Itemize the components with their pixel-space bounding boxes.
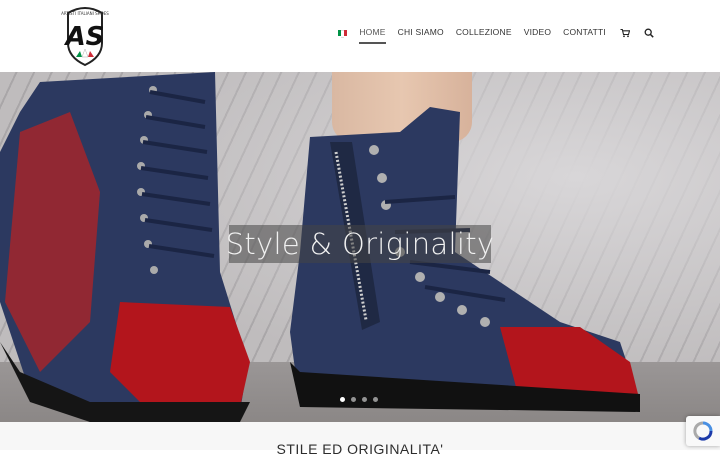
hero-slider[interactable]: Style & Originality — [0, 72, 720, 422]
main-navigation: HOME CHI SIAMO COLLEZIONE VIDEO CONTATTI — [338, 26, 654, 44]
site-header: AS ARTISTI ITALIANI SHOES HOME CHI SIAMO… — [0, 0, 720, 72]
nav-item-video[interactable]: VIDEO — [524, 26, 551, 44]
recaptcha-badge[interactable] — [686, 416, 720, 446]
nav-item-collezione[interactable]: COLLEZIONE — [456, 26, 512, 44]
slider-dot-2[interactable] — [351, 397, 356, 402]
brand-logo[interactable]: AS ARTISTI ITALIANI SHOES — [58, 5, 112, 67]
hero-caption: Style & Originality — [226, 225, 494, 263]
recaptcha-icon — [693, 421, 713, 441]
nav-item-chi-siamo[interactable]: CHI SIAMO — [398, 26, 444, 44]
intro-section: STILE ED ORIGINALITA' — [0, 422, 720, 457]
slider-pagination — [340, 397, 378, 402]
cart-icon[interactable] — [620, 28, 630, 38]
slider-dot-4[interactable] — [373, 397, 378, 402]
logo-letters: AS — [64, 22, 105, 52]
search-icon[interactable] — [644, 28, 654, 38]
hero-caption-text: Style & Originality — [225, 227, 495, 261]
logo-arc-text: ARTISTI ITALIANI SHOES — [61, 11, 109, 16]
nav-item-contatti[interactable]: CONTATTI — [563, 26, 606, 44]
nav-item-home[interactable]: HOME — [359, 26, 386, 44]
slider-dot-1[interactable] — [340, 397, 345, 402]
section-title: STILE ED ORIGINALITA' — [276, 441, 444, 457]
slider-dot-3[interactable] — [362, 397, 367, 402]
italian-flag-icon[interactable] — [338, 30, 348, 38]
